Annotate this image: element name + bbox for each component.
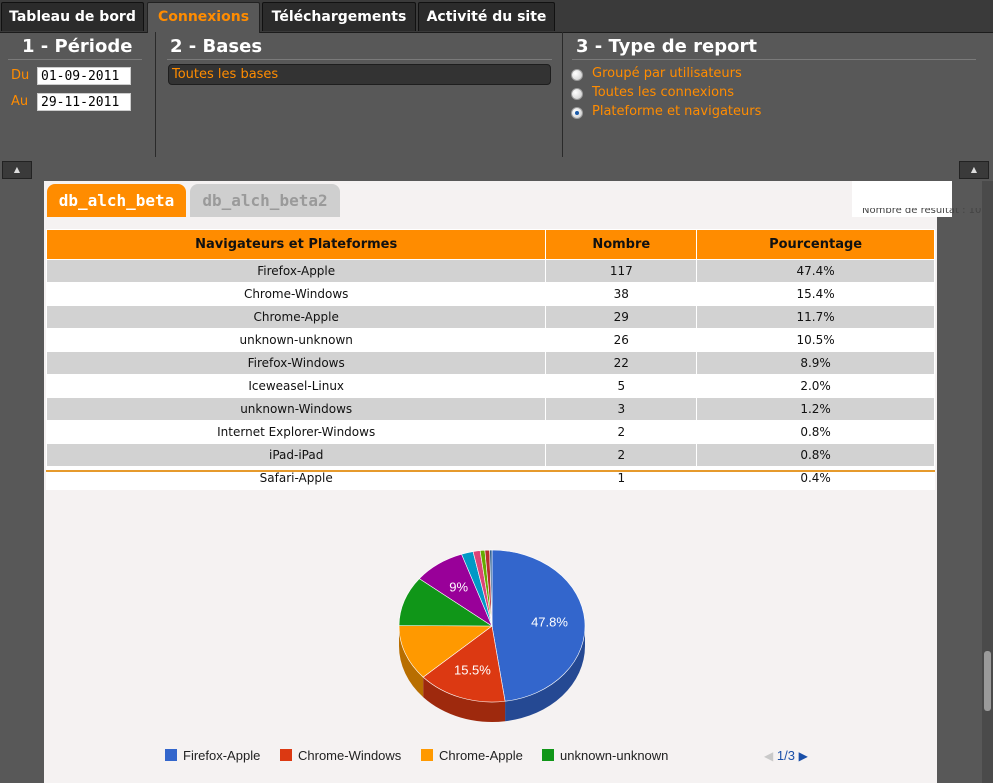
radio-label: Groupé par utilisateurs bbox=[592, 66, 742, 81]
right-scrollbar[interactable] bbox=[982, 181, 993, 783]
results-panel: db_alch_beta db_alch_beta2 Nombre de rés… bbox=[44, 181, 981, 783]
radio-button[interactable] bbox=[571, 69, 583, 81]
tab-connexions[interactable]: Connexions bbox=[147, 2, 260, 33]
from-date-input[interactable]: 01-09-2011 bbox=[37, 67, 131, 85]
periode-title: 1 - Période bbox=[22, 36, 133, 57]
to-date-input[interactable]: 29-11-2011 bbox=[37, 93, 131, 111]
collapse-up-icon[interactable]: ▲ bbox=[2, 161, 32, 179]
legend-label: unknown-unknown bbox=[560, 748, 669, 763]
radio-button[interactable] bbox=[571, 88, 583, 100]
pie-slice-label: 15.5% bbox=[454, 662, 491, 677]
tab-telechargements[interactable]: Téléchargements bbox=[262, 2, 416, 31]
pie-chart: 47.8% 15.5% 9% bbox=[398, 549, 586, 722]
legend-swatch bbox=[542, 749, 554, 761]
bases-title: 2 - Bases bbox=[170, 36, 263, 57]
report-rule bbox=[572, 59, 976, 60]
tab-tableau-de-bord[interactable]: Tableau de bord bbox=[1, 2, 144, 31]
legend-swatch bbox=[421, 749, 433, 761]
prev-page-icon[interactable]: ◀ bbox=[764, 749, 773, 763]
bases-select[interactable]: Toutes les bases bbox=[168, 64, 551, 85]
periode-rule bbox=[8, 59, 142, 60]
legend-pager: ◀ 1/3 ▶ bbox=[764, 748, 808, 763]
legend-swatch bbox=[165, 749, 177, 761]
legend-label: Firefox-Apple bbox=[183, 748, 261, 763]
panel-divider bbox=[155, 32, 156, 157]
legend-label: Chrome-Windows bbox=[298, 748, 402, 763]
pie-slice-label: 47.8% bbox=[531, 615, 568, 630]
legend-item: unknown-unknown bbox=[542, 748, 668, 763]
to-label: Au bbox=[11, 94, 29, 109]
bases-rule bbox=[167, 59, 552, 60]
scrollbar-thumb[interactable] bbox=[984, 651, 991, 711]
legend-item: Chrome-Windows bbox=[280, 748, 401, 763]
legend-label: Chrome-Apple bbox=[439, 748, 523, 763]
radio-label: Toutes les connexions bbox=[592, 85, 735, 100]
pie-slice-label: 9% bbox=[449, 580, 468, 595]
tab-activite-du-site[interactable]: Activité du site bbox=[418, 2, 555, 31]
radio-label: Plateforme et navigateurs bbox=[592, 104, 762, 119]
collapse-up-icon[interactable]: ▲ bbox=[959, 161, 989, 179]
panel-divider bbox=[562, 32, 563, 157]
next-page-icon[interactable]: ▶ bbox=[799, 749, 808, 763]
top-nav: Tableau de bord Connexions Téléchargemen… bbox=[0, 0, 993, 33]
from-label: Du bbox=[11, 68, 30, 83]
legend-item: Firefox-Apple bbox=[165, 748, 260, 763]
legend-page-indicator: 1/3 bbox=[776, 748, 795, 763]
report-type-title: 3 - Type de report bbox=[576, 36, 757, 57]
legend-swatch bbox=[280, 749, 292, 761]
radio-button-checked[interactable] bbox=[571, 107, 583, 119]
legend-item: Chrome-Apple bbox=[421, 748, 523, 763]
